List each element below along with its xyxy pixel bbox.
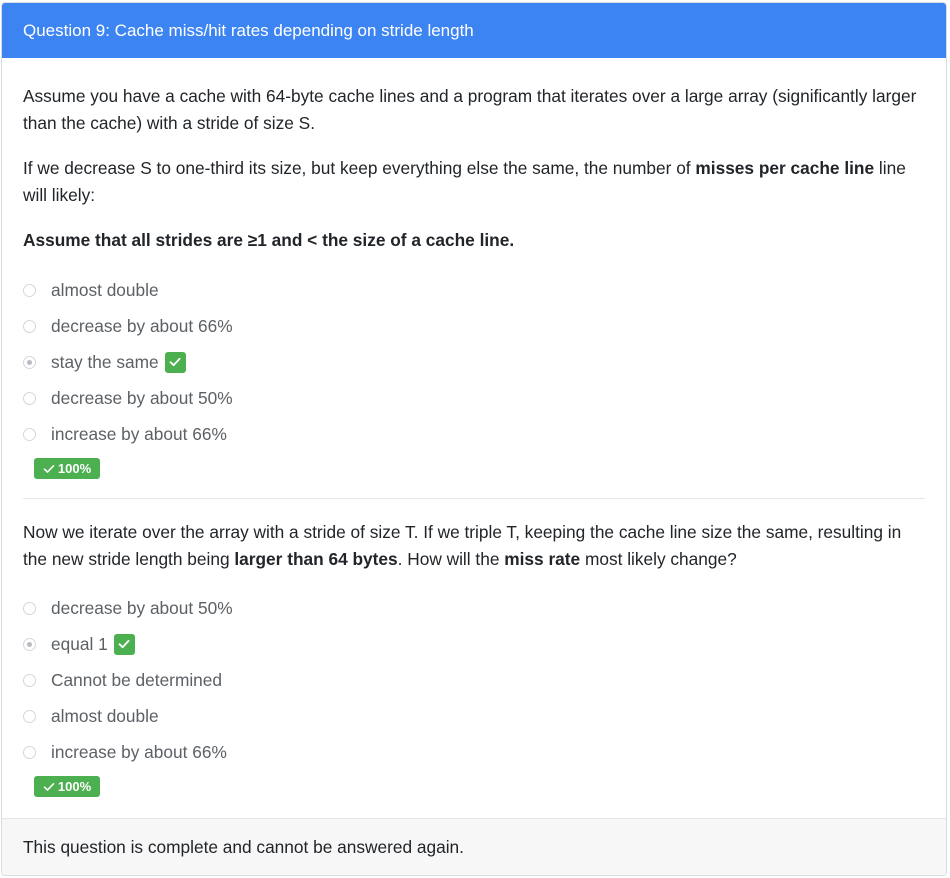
part1-option-3[interactable]: stay the same	[23, 350, 186, 374]
question-footer: This question is complete and cannot be …	[2, 818, 946, 875]
part1-score-badge: 100%	[34, 458, 100, 479]
check-icon	[43, 782, 55, 791]
correct-check-icon	[113, 633, 135, 655]
part2-option-1[interactable]: decrease by about 50%	[23, 596, 233, 620]
part2-prompt-emphasis-2: miss rate	[504, 549, 581, 569]
score-text: 100%	[57, 779, 92, 794]
part1-option-5[interactable]: increase by about 66%	[23, 422, 227, 446]
option-label: stay the same	[51, 351, 159, 372]
radio-button[interactable]	[23, 391, 36, 405]
section-divider	[23, 498, 925, 499]
radio-button[interactable]	[23, 283, 36, 297]
part2-score-badge: 100%	[34, 776, 100, 797]
part2-option-4[interactable]: almost double	[23, 704, 159, 728]
option-label: almost double	[51, 279, 159, 300]
radio-button[interactable]	[23, 673, 36, 687]
part1-prompt-emphasis: misses per cache line	[695, 158, 875, 178]
radio-button[interactable]	[23, 319, 36, 333]
part2-option-5[interactable]: increase by about 66%	[23, 740, 227, 764]
option-label: Cannot be determined	[51, 669, 223, 690]
question-title: Question 9: Cache miss/hit rates dependi…	[23, 20, 474, 40]
part2-prompt-text-mid: . How will the	[397, 549, 505, 569]
option-label: equal 1	[51, 633, 108, 654]
score-text: 100%	[57, 461, 92, 476]
option-label: almost double	[51, 705, 159, 726]
radio-button[interactable]	[23, 601, 36, 615]
check-icon	[43, 464, 55, 473]
radio-button[interactable]	[23, 427, 36, 441]
question-body: Assume you have a cache with 64-byte cac…	[2, 58, 946, 820]
option-label: increase by about 66%	[51, 741, 227, 762]
radio-button[interactable]	[23, 709, 36, 723]
part1-intro: Assume you have a cache with 64-byte cac…	[23, 86, 917, 133]
option-label: decrease by about 50%	[51, 387, 233, 408]
part2-option-3[interactable]: Cannot be determined	[23, 668, 222, 692]
completion-message: This question is complete and cannot be …	[23, 836, 464, 857]
question-header: Question 9: Cache miss/hit rates dependi…	[2, 3, 946, 58]
part1-assumption-text: Assume that all strides are ≥1 and < the…	[23, 230, 515, 250]
option-label: decrease by about 66%	[51, 315, 233, 336]
radio-button-selected[interactable]	[23, 637, 36, 651]
option-label: decrease by about 50%	[51, 597, 233, 618]
part1-prompt-text: If we decrease S to one-third its size, …	[23, 158, 696, 178]
part1-option-4[interactable]: decrease by about 50%	[23, 386, 233, 410]
part1-assumption: Assume that all strides are ≥1 and < the…	[23, 227, 928, 254]
radio-button-selected[interactable]	[23, 355, 36, 369]
part2-option-2[interactable]: equal 1	[23, 632, 135, 656]
part1-prompt: If we decrease S to one-third its size, …	[23, 155, 928, 209]
part2-prompt-text-end: most likely change?	[580, 549, 737, 569]
radio-button[interactable]	[23, 745, 36, 759]
option-label: increase by about 66%	[51, 423, 227, 444]
question-card: Question 9: Cache miss/hit rates dependi…	[1, 2, 947, 876]
part2-prompt-emphasis-1: larger than 64 bytes	[234, 549, 398, 569]
correct-check-icon	[164, 351, 186, 373]
part1-option-1[interactable]: almost double	[23, 278, 159, 302]
part2-prompt: Now we iterate over the array with a str…	[23, 519, 928, 573]
part1-option-2[interactable]: decrease by about 66%	[23, 314, 233, 338]
